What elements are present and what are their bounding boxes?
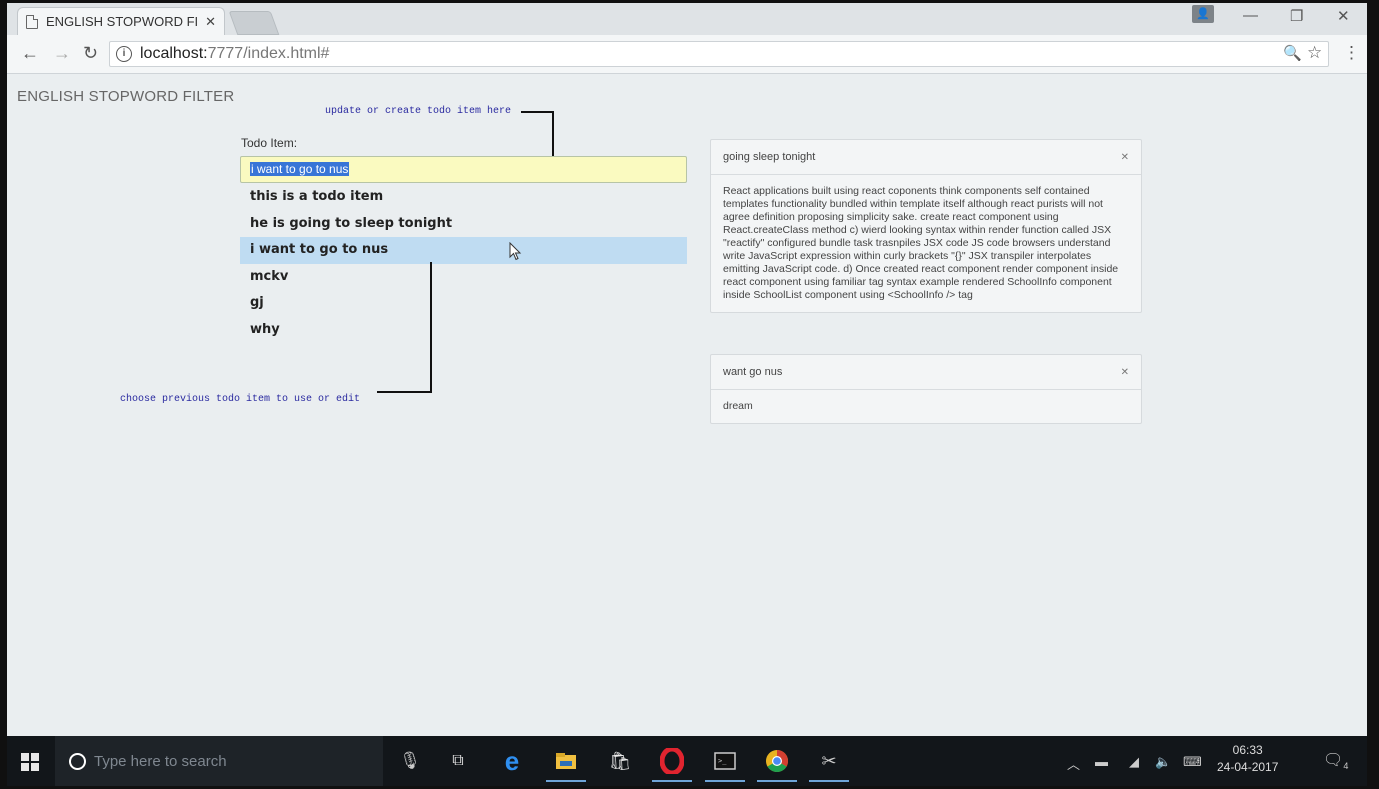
new-tab-button[interactable] (228, 11, 280, 35)
taskbar: Type here to search 🎙 ⧉ e 🛍 >_ ✂ ︿ ▬ ◢ 🔈… (7, 736, 1367, 786)
info-icon[interactable]: i (116, 46, 132, 62)
windows-start-icon[interactable] (21, 753, 39, 771)
active-indicator (546, 780, 586, 782)
todo-label: Todo Item: (241, 136, 298, 150)
list-item[interactable]: mckv (240, 264, 687, 291)
screen: ENGLISH STOPWORD FIL ✕ 👤 — ❐ ✕ ← → ↻ i l… (7, 3, 1367, 786)
list-item[interactable]: this is a todo item (240, 184, 687, 211)
chrome-icon[interactable] (764, 748, 790, 774)
annotation-line (521, 111, 553, 113)
cortana-icon (69, 752, 86, 770)
back-icon[interactable]: ← (21, 43, 39, 64)
card-body: dream (723, 400, 753, 412)
browser-toolbar: ← → ↻ i localhost: 7777/index.html# 🔍 ☆ ⋮ (7, 35, 1367, 74)
tab-title: ENGLISH STOPWORD FIL (46, 14, 200, 29)
keyboard-icon[interactable]: ⌨ (1183, 754, 1202, 770)
card-header: want go nus ✕ (711, 355, 1141, 390)
annotation-line (377, 391, 432, 393)
snipping-tool-icon[interactable]: ✂ (816, 748, 842, 774)
annotation-update: update or create todo item here (325, 106, 512, 117)
search-placeholder: Type here to search (94, 752, 227, 770)
svg-text:>_: >_ (718, 757, 727, 765)
menu-icon[interactable]: ⋮ (1343, 43, 1360, 63)
todo-card: going sleep tonight ✕ React applications… (710, 139, 1142, 313)
active-indicator (652, 780, 692, 782)
notifications-icon[interactable]: 🗨4 (1323, 750, 1348, 771)
store-icon[interactable]: 🛍 (607, 748, 633, 774)
address-bar[interactable]: i localhost: 7777/index.html# (109, 41, 1329, 67)
todo-suggestion-list: this is a todo item he is going to sleep… (240, 184, 687, 343)
task-view-icon[interactable]: ⧉ (445, 748, 471, 774)
active-indicator (757, 780, 797, 782)
mouse-cursor-icon (509, 242, 522, 261)
list-item[interactable]: why (240, 317, 687, 344)
show-hidden-icons-chevron-icon[interactable]: ︿ (1067, 754, 1080, 773)
close-icon[interactable]: ✕ (1121, 367, 1129, 378)
card-header: going sleep tonight ✕ (711, 140, 1141, 175)
restore-icon[interactable]: ❐ (1290, 7, 1303, 25)
edge-icon[interactable]: e (499, 746, 525, 776)
card-title: going sleep tonight (723, 151, 816, 163)
taskbar-clock[interactable]: 06:33 24-04-2017 (1217, 742, 1278, 776)
active-indicator (705, 780, 745, 782)
annotation-choose: choose previous todo item to use or edit (120, 394, 361, 405)
zoom-icon[interactable]: 🔍 (1283, 44, 1302, 62)
todo-input[interactable]: i want to go to nus (240, 156, 687, 183)
brand-title: ENGLISH STOPWORD FILTER (17, 88, 235, 105)
url-host: localhost: (140, 45, 208, 62)
microphone-icon[interactable]: 🎙 (397, 748, 423, 774)
file-explorer-icon[interactable] (553, 748, 579, 774)
wifi-icon[interactable]: ◢ (1129, 754, 1139, 770)
profile-icon[interactable]: 👤 (1192, 5, 1214, 23)
volume-icon[interactable]: 🔈 (1155, 754, 1171, 770)
card-title: want go nus (723, 366, 783, 378)
list-item[interactable]: he is going to sleep tonight (240, 211, 687, 238)
todo-card: want go nus ✕ dream (710, 354, 1142, 424)
active-indicator (809, 780, 849, 782)
close-tab-icon[interactable]: ✕ (205, 14, 216, 30)
page-content: ENGLISH STOPWORD FILTER update or create… (7, 74, 1367, 736)
close-icon[interactable]: ✕ (1121, 152, 1129, 163)
reload-icon[interactable]: ↻ (83, 43, 98, 64)
forward-icon[interactable]: → (53, 43, 71, 64)
opera-icon[interactable] (659, 748, 685, 774)
url-path: 7777/index.html# (207, 45, 330, 62)
close-window-icon[interactable]: ✕ (1337, 7, 1350, 25)
tab-strip: ENGLISH STOPWORD FIL ✕ 👤 — ❐ ✕ (7, 3, 1367, 35)
bookmark-star-icon[interactable]: ☆ (1307, 43, 1322, 63)
clock-time: 06:33 (1232, 743, 1263, 757)
browser-tab[interactable]: ENGLISH STOPWORD FIL ✕ (17, 7, 225, 35)
card-body: React applications built using react cop… (723, 185, 1119, 301)
battery-icon[interactable]: ▬ (1095, 754, 1108, 769)
annotation-line (552, 111, 554, 159)
minimize-icon[interactable]: — (1243, 7, 1258, 24)
taskbar-search[interactable]: Type here to search (55, 736, 383, 786)
notification-count: 4 (1343, 761, 1349, 772)
page-icon (26, 14, 38, 29)
todo-input-selected-text: i want to go to nus (250, 162, 350, 176)
annotation-line (430, 262, 432, 392)
terminal-icon[interactable]: >_ (712, 748, 738, 774)
clock-date: 24-04-2017 (1217, 760, 1279, 774)
list-item[interactable]: gj (240, 290, 687, 317)
list-item-selected[interactable]: i want to go to nus (240, 237, 687, 264)
